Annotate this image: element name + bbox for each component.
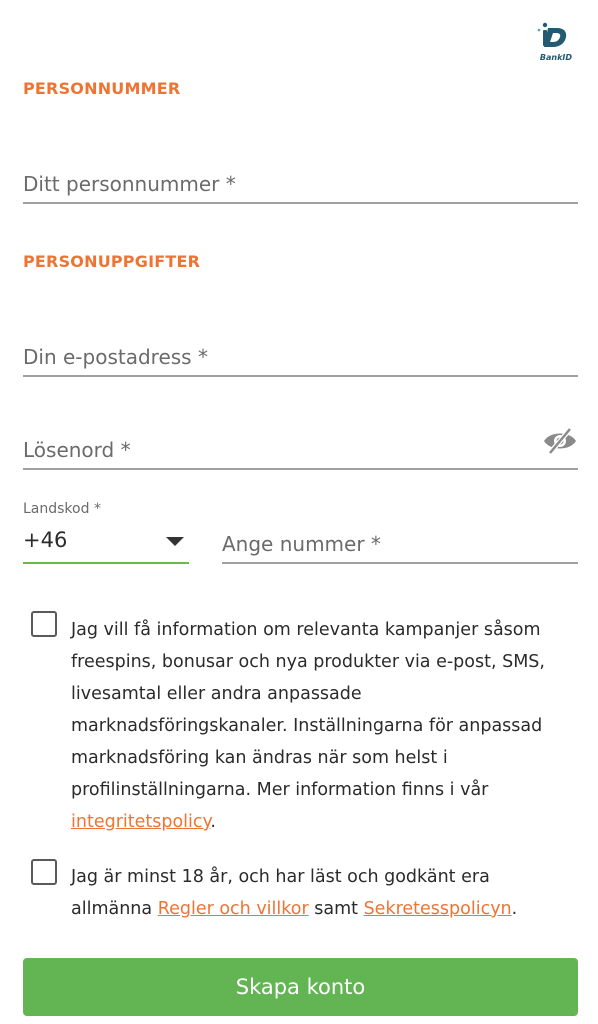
- section-title-personuppgifter: PERSONUPPGIFTER: [23, 252, 201, 271]
- section-title-personnummer: PERSONNUMMER: [23, 79, 181, 98]
- password-field[interactable]: [23, 424, 578, 470]
- bankid-logo-text: BankID: [540, 53, 572, 62]
- age-consent-text: Jag är minst 18 år, och har läst och god…: [71, 861, 571, 925]
- privacy-link[interactable]: Sekretesspolicyn: [364, 899, 512, 919]
- phone-field[interactable]: [222, 520, 578, 564]
- country-code-label: Landskod *: [23, 501, 101, 517]
- age-consent-middle: samt: [308, 899, 364, 919]
- age-consent-checkbox[interactable]: [31, 859, 57, 885]
- personnummer-input[interactable]: [23, 172, 578, 196]
- marketing-consent-end: .: [210, 812, 216, 832]
- bankid-logo-icon: BankID: [537, 22, 572, 62]
- country-code-select[interactable]: +46: [23, 520, 189, 564]
- personnummer-field[interactable]: [23, 160, 578, 204]
- terms-link[interactable]: Regler och villkor: [158, 899, 309, 919]
- age-consent-end: .: [511, 899, 518, 919]
- password-input[interactable]: [23, 438, 523, 462]
- marketing-consent-text: Jag vill få information om relevanta kam…: [71, 614, 571, 838]
- chevron-down-icon: [166, 537, 184, 546]
- privacy-policy-link[interactable]: integritetspolicy: [71, 812, 210, 832]
- create-account-button[interactable]: Skapa konto: [23, 958, 578, 1016]
- country-code-value: +46: [23, 528, 68, 552]
- phone-input[interactable]: [222, 532, 578, 556]
- email-input[interactable]: [23, 345, 578, 369]
- email-field[interactable]: [23, 332, 578, 377]
- marketing-consent-checkbox[interactable]: [31, 611, 57, 637]
- marketing-consent-body: Jag vill få information om relevanta kam…: [71, 620, 545, 800]
- eye-slash-icon[interactable]: [542, 426, 578, 456]
